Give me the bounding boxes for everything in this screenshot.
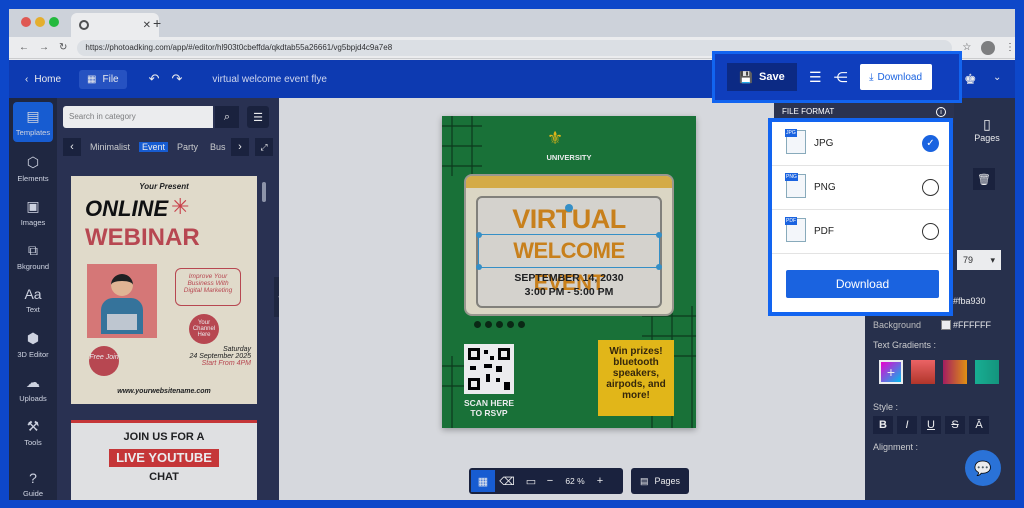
pdf-badge: PDF: [785, 217, 797, 225]
jpg-file-icon: JPG: [785, 129, 806, 154]
pdf-file-icon: PDF: [785, 217, 806, 242]
header-actions-group: 💾 Save ☰ ⋲ ⤓ Download: [712, 51, 962, 103]
png-badge: PNG: [785, 173, 798, 181]
download-confirm-button[interactable]: Download: [786, 270, 939, 298]
check-selected-icon[interactable]: ✓: [922, 135, 939, 152]
png-file-icon: PNG: [785, 173, 806, 198]
share-icon[interactable]: ⋲: [834, 69, 848, 86]
download-icon: ⤓: [869, 71, 874, 83]
radio-unselected-icon[interactable]: [922, 179, 939, 196]
save-button[interactable]: 💾 Save: [727, 63, 797, 91]
png-label: PNG: [814, 182, 836, 193]
comment-icon[interactable]: ☰: [809, 69, 822, 86]
browser-window: ✕ + ← → ↻ https://photoadking.com/app/#/…: [9, 9, 1015, 500]
download-menu: JPG JPG ✓ PNG PNG PDF PDF Download: [768, 118, 953, 316]
floppy-disk-icon: 💾: [739, 71, 753, 84]
jpg-badge: JPG: [785, 129, 797, 137]
info-icon[interactable]: i: [936, 107, 946, 117]
download-label: Download: [877, 71, 923, 83]
format-option-pdf[interactable]: PDF PDF: [772, 210, 949, 254]
jpg-label: JPG: [814, 138, 834, 149]
format-option-jpg[interactable]: JPG JPG ✓: [772, 122, 949, 166]
pdf-label: PDF: [814, 226, 834, 237]
download-button[interactable]: ⤓ Download: [859, 64, 932, 90]
save-label: Save: [759, 71, 785, 83]
radio-unselected-icon[interactable]: [922, 223, 939, 240]
format-option-png[interactable]: PNG PNG: [772, 166, 949, 210]
